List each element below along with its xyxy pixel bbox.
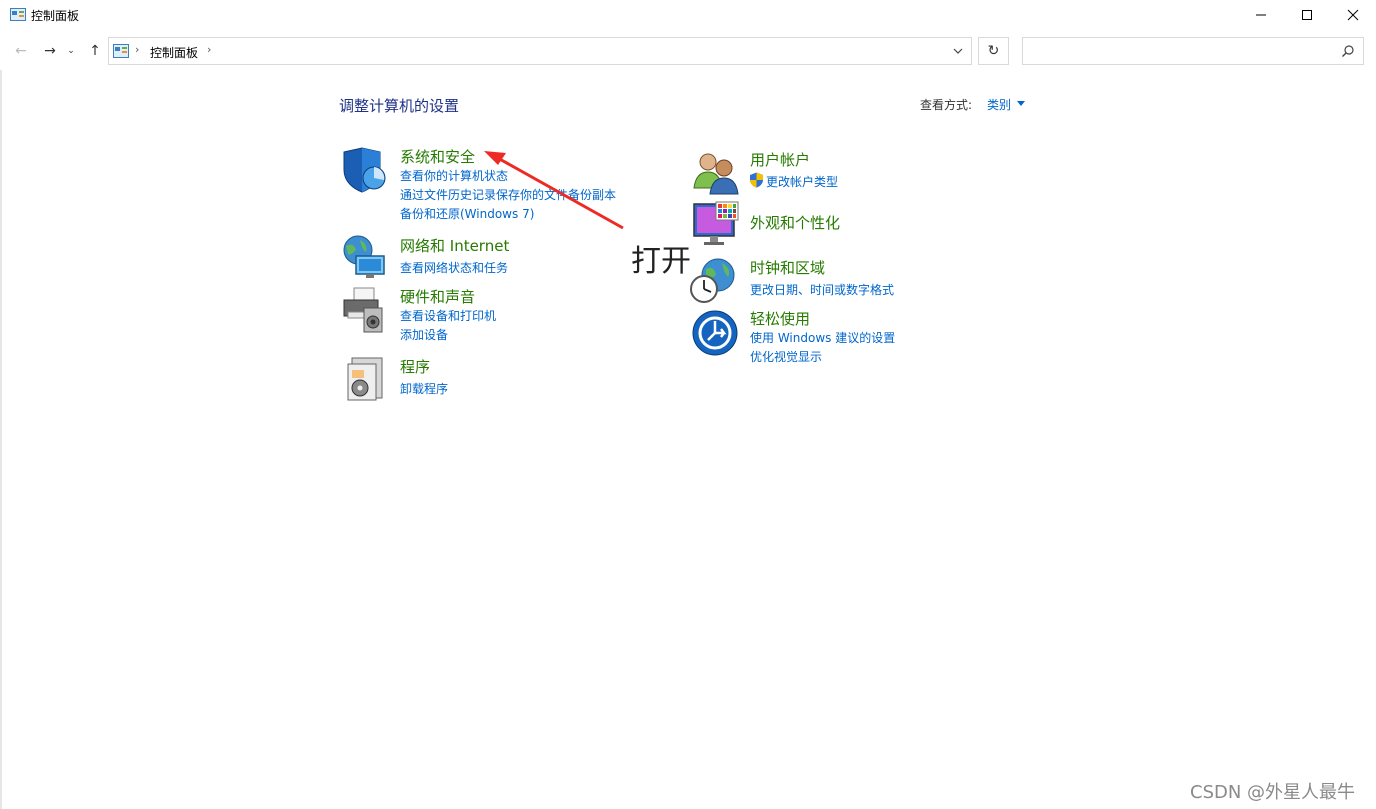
caret-down-icon[interactable] bbox=[1017, 101, 1025, 106]
search-input[interactable] bbox=[1022, 37, 1364, 65]
maximize-icon bbox=[1302, 10, 1312, 20]
back-button[interactable]: ← bbox=[11, 41, 31, 61]
search-icon bbox=[1342, 45, 1354, 57]
watermark: CSDN @外星人最牛 bbox=[1190, 782, 1356, 803]
printer-speaker-icon[interactable] bbox=[340, 286, 388, 334]
chevron-down-icon[interactable] bbox=[951, 44, 965, 58]
monitor-palette-icon[interactable] bbox=[692, 200, 740, 248]
window-title: 控制面板 bbox=[31, 9, 80, 23]
category-clock-region[interactable]: 时钟和区域 bbox=[750, 257, 825, 278]
ease-of-access-icon[interactable] bbox=[691, 309, 739, 357]
up-button[interactable]: ↑ bbox=[85, 41, 105, 61]
link-uninstall-program[interactable]: 卸载程序 bbox=[400, 380, 448, 397]
view-by-label: 查看方式: bbox=[920, 98, 973, 112]
link-optimize-visual-display[interactable]: 优化视觉显示 bbox=[750, 348, 822, 365]
close-icon bbox=[1347, 9, 1359, 21]
title-bar: 控制面板 bbox=[0, 0, 1376, 30]
category-programs[interactable]: 程序 bbox=[400, 356, 430, 377]
link-change-date-time-format[interactable]: 更改日期、时间或数字格式 bbox=[750, 281, 894, 298]
link-devices-printers[interactable]: 查看设备和打印机 bbox=[400, 307, 496, 324]
window-border bbox=[0, 70, 2, 809]
refresh-button[interactable]: ↻ bbox=[978, 37, 1009, 65]
link-add-device[interactable]: 添加设备 bbox=[400, 326, 448, 343]
breadcrumb-separator-icon[interactable]: › bbox=[135, 43, 139, 56]
programs-icon[interactable] bbox=[340, 354, 388, 402]
category-appearance[interactable]: 外观和个性化 bbox=[750, 212, 840, 233]
link-view-network-status[interactable]: 查看网络状态和任务 bbox=[400, 259, 508, 276]
category-hardware-sound[interactable]: 硬件和声音 bbox=[400, 286, 475, 307]
forward-button[interactable]: → bbox=[40, 41, 60, 61]
view-by-dropdown[interactable]: 类别 bbox=[987, 96, 1011, 113]
back-arrow-icon: ← bbox=[15, 43, 27, 59]
address-bar[interactable]: › 控制面板 › bbox=[108, 37, 972, 65]
maximize-button[interactable] bbox=[1284, 0, 1330, 30]
category-ease-of-access[interactable]: 轻松使用 bbox=[750, 308, 810, 329]
minimize-icon bbox=[1256, 14, 1266, 16]
up-arrow-icon: ↑ bbox=[89, 43, 101, 59]
chevron-down-icon: ⌄ bbox=[67, 46, 75, 56]
breadcrumb-control-panel[interactable]: 控制面板 bbox=[150, 44, 198, 61]
control-panel-icon bbox=[10, 8, 26, 21]
breadcrumb-separator-icon[interactable]: › bbox=[207, 43, 211, 56]
recent-locations-button[interactable]: ⌄ bbox=[65, 41, 77, 61]
category-user-accounts[interactable]: 用户帐户 bbox=[750, 149, 810, 170]
shield-icon[interactable] bbox=[340, 146, 388, 194]
minimize-button[interactable] bbox=[1238, 0, 1284, 30]
annotation-text: 打开 bbox=[631, 244, 691, 279]
category-network-internet[interactable]: 网络和 Internet bbox=[400, 235, 509, 256]
close-button[interactable] bbox=[1330, 0, 1376, 30]
category-system-security[interactable]: 系统和安全 bbox=[400, 146, 475, 167]
forward-arrow-icon: → bbox=[44, 43, 56, 59]
refresh-icon: ↻ bbox=[987, 43, 1000, 59]
uac-shield-icon bbox=[750, 172, 763, 188]
link-change-account-type[interactable]: 更改帐户类型 bbox=[766, 173, 838, 190]
annotation-arrow-icon bbox=[484, 151, 624, 230]
page-title: 调整计算机的设置 bbox=[339, 97, 460, 115]
network-globe-icon[interactable] bbox=[340, 234, 388, 282]
link-windows-recommended-settings[interactable]: 使用 Windows 建议的设置 bbox=[750, 329, 895, 346]
clock-globe-icon[interactable] bbox=[690, 257, 738, 305]
control-panel-icon bbox=[113, 44, 129, 58]
users-icon[interactable] bbox=[692, 148, 740, 196]
